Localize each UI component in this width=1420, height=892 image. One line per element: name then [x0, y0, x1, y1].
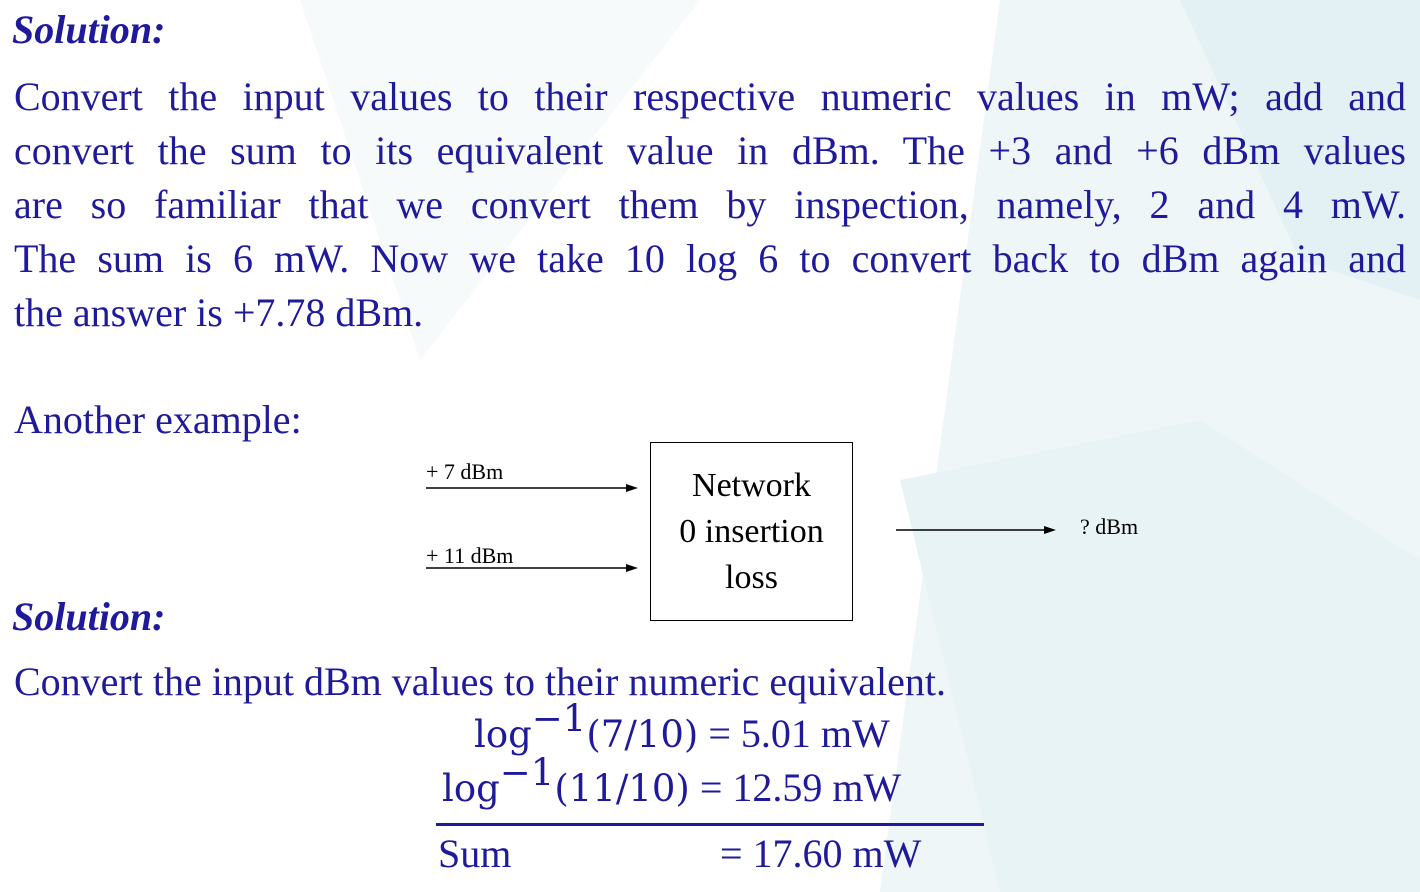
- eq2-lhs-sup: −1: [499, 751, 555, 794]
- output-arrow: [896, 526, 1056, 534]
- eq2-rhs: = 12.59 mW: [699, 765, 902, 810]
- network-box-line: Network: [692, 466, 811, 504]
- network-box-line: 0 insertion: [679, 512, 824, 550]
- input1-arrow: [426, 484, 638, 492]
- sum-rule: [436, 823, 984, 826]
- sum-value: = 17.60 mW: [720, 831, 922, 876]
- solution2-intro: Convert the input dBm values to their nu…: [14, 659, 947, 704]
- network-box: Network 0 insertion loss: [650, 442, 853, 621]
- eq2-lhs-base: log: [442, 767, 500, 810]
- equation-2: log−1(11/10) = 12.59 mW: [442, 754, 902, 811]
- solution2-heading: Solution:: [12, 594, 166, 639]
- sum-label: Sum: [438, 831, 512, 876]
- eq1-lhs-sup: −1: [531, 697, 587, 740]
- eq1-rhs: = 5.01 mW: [708, 711, 890, 756]
- equation-1: log−1(7/10) = 5.01 mW: [474, 700, 890, 757]
- eq2-lhs-arg: (11/10): [554, 767, 690, 810]
- eq1-lhs-arg: (7/10): [586, 713, 699, 756]
- network-box-line: loss: [725, 558, 778, 596]
- input2-arrow: [426, 564, 638, 572]
- eq1-lhs-base: log: [474, 713, 532, 756]
